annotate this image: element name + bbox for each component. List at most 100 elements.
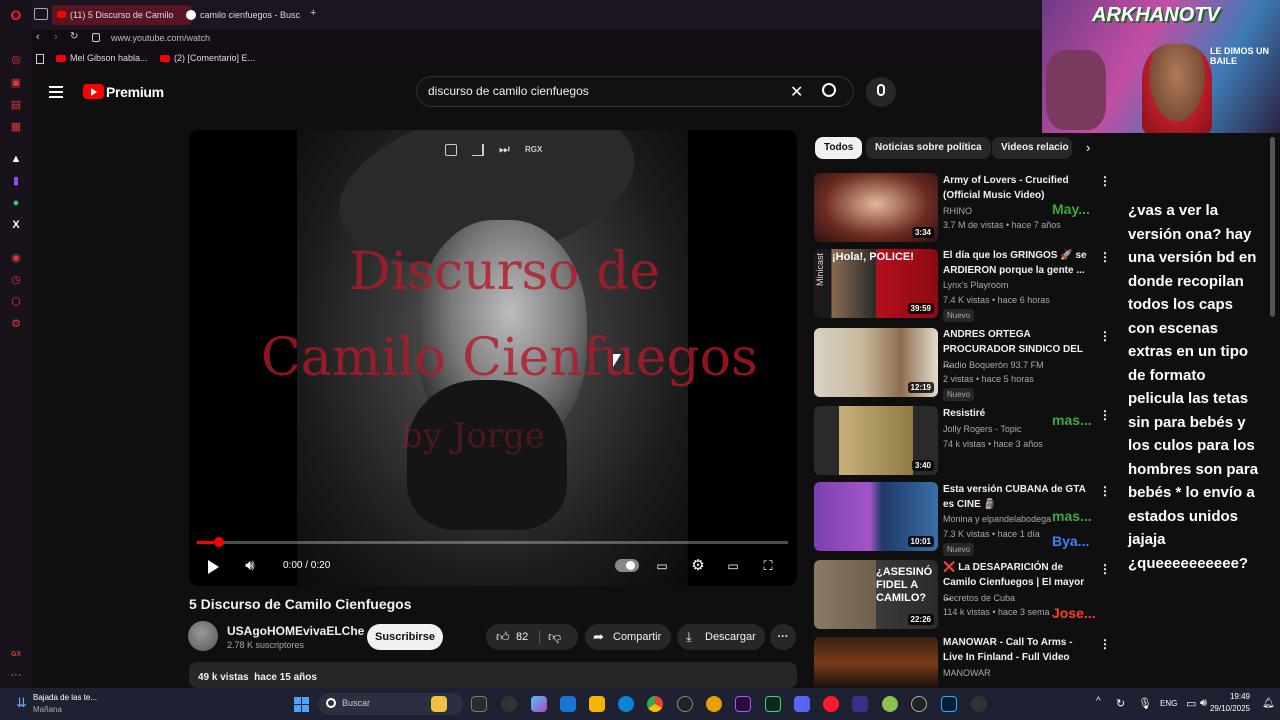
notification-bell-icon[interactable]: 🔔︎ xyxy=(1262,698,1275,709)
tray-network-icon[interactable]: ▭ xyxy=(1186,697,1196,710)
subtitles-icon[interactable]: ▭ xyxy=(652,556,672,576)
rec-more-icon[interactable]: ⋮ xyxy=(1099,250,1111,264)
search-icon[interactable] xyxy=(822,83,836,97)
rec-channel-6[interactable]: Secretos de Cuba xyxy=(943,593,1083,603)
download-button[interactable]: ⤓ Descargar xyxy=(677,624,765,650)
sidebar-messenger-icon[interactable]: ▤ xyxy=(9,98,23,112)
rec-title-2[interactable]: El día que los GRINGOS 🚀 se ARDIERON por… xyxy=(943,248,1093,278)
notification-text[interactable]: Bajada de las te... xyxy=(33,693,97,702)
premiere-icon[interactable] xyxy=(735,696,751,712)
search-input[interactable]: discurso de camilo cienfuegos xyxy=(428,84,589,98)
popout-icon[interactable] xyxy=(445,144,457,156)
tray-chevron-icon[interactable]: ^ xyxy=(1096,696,1101,707)
sidebar-history-icon[interactable]: ◷ xyxy=(9,273,23,287)
chips-next-icon[interactable]: › xyxy=(1086,140,1090,155)
store-icon[interactable] xyxy=(560,696,576,712)
thumbnail-4[interactable]: 3:40 xyxy=(814,406,938,475)
progress-bar[interactable] xyxy=(197,537,788,547)
sidebar-speed-dial-icon[interactable]: ▣ xyxy=(9,76,23,90)
tab-search[interactable]: camilo cienfuegos - Busc xyxy=(182,5,302,25)
rec-channel-2[interactable]: Lynx's Playroom xyxy=(943,280,1083,290)
youtube-premium-label[interactable]: Premium xyxy=(106,84,164,100)
clear-search-icon[interactable]: ✕ xyxy=(790,82,803,102)
channel-name[interactable]: USAgoHOMEvivaELChe xyxy=(227,624,364,638)
channel-avatar[interactable] xyxy=(188,621,218,651)
sidebar-bookmarks-icon[interactable]: ▦ xyxy=(9,120,23,134)
volume-button[interactable]: 🔊︎ xyxy=(240,556,260,576)
app-s-icon[interactable] xyxy=(501,696,517,712)
dislike-icon[interactable]: 👎︎ xyxy=(548,624,561,650)
like-icon[interactable]: 👍︎ xyxy=(496,624,510,650)
sidebar-aria-icon[interactable]: ▲ xyxy=(9,152,23,166)
opera-gx-icon[interactable] xyxy=(823,696,839,712)
chrome-icon[interactable] xyxy=(647,696,663,712)
tray-mic-icon[interactable]: 🎙︎ xyxy=(1138,697,1152,710)
description-box[interactable]: 49 k vistas hace 15 años xyxy=(189,662,797,688)
sidebar-gx-icon[interactable]: GX xyxy=(9,648,23,662)
photoshop-icon[interactable] xyxy=(941,696,957,712)
share-button[interactable]: ➦ Compartir xyxy=(585,624,671,650)
sidebar-extensions-icon[interactable]: ⬡ xyxy=(9,295,23,309)
audition-icon[interactable] xyxy=(765,696,781,712)
search-box[interactable]: discurso de camilo cienfuegos ✕ xyxy=(416,76,854,107)
bookmark-item[interactable]: (2) [Comentario] E... xyxy=(174,53,255,63)
back-icon[interactable]: ‹ xyxy=(36,31,40,43)
forward-icon[interactable]: › xyxy=(54,31,58,43)
thumbnail-6[interactable]: ¿ASESINÓ FIDEL A CAMILO? 22:26 xyxy=(814,560,938,629)
rec-more-icon[interactable]: ⋮ xyxy=(1099,174,1111,188)
sidebar-settings-icon[interactable]: ⚙ xyxy=(9,317,23,331)
app-green-icon[interactable] xyxy=(882,696,898,712)
discord-icon[interactable] xyxy=(794,696,810,712)
url-field[interactable]: www.youtube.com/watch xyxy=(111,33,210,43)
clock-date[interactable]: 29/10/2025 xyxy=(1208,704,1250,713)
rec-title-1[interactable]: Army of Lovers - Crucified (Official Mus… xyxy=(943,173,1093,203)
subscribe-button[interactable]: Suscribirse xyxy=(367,624,443,650)
tray-volume-icon[interactable]: 🔊︎ xyxy=(1200,697,1207,710)
rec-more-icon[interactable]: ⋮ xyxy=(1099,408,1111,422)
opera-logo-icon[interactable]: O xyxy=(9,8,23,22)
sidebar-ai-icon[interactable]: ◎ xyxy=(9,53,23,67)
whatsapp-icon[interactable]: ● xyxy=(9,196,23,210)
chip-related[interactable]: Videos relacio xyxy=(992,137,1072,159)
tray-sync-icon[interactable]: ↻ xyxy=(1116,697,1125,710)
youtube-logo-icon[interactable] xyxy=(83,84,104,99)
rgx-label[interactable]: RGX xyxy=(525,145,542,154)
clock-time[interactable]: 19:49 xyxy=(1218,692,1250,701)
windows-start-icon[interactable] xyxy=(294,697,309,712)
thumbnail-1[interactable]: 3:34 xyxy=(814,173,938,242)
rec-more-icon[interactable]: ⋮ xyxy=(1099,562,1111,576)
reload-icon[interactable]: ↻ xyxy=(70,31,78,42)
rec-more-icon[interactable]: ⋮ xyxy=(1099,484,1111,498)
search-tool-icon[interactable] xyxy=(706,696,722,712)
fullscreen-icon[interactable]: ⛶ xyxy=(758,556,778,576)
play-button[interactable] xyxy=(203,556,223,576)
page-scrollbar[interactable] xyxy=(1270,137,1275,317)
x-twitter-icon[interactable]: X xyxy=(9,218,23,232)
thumbnail-2[interactable]: Minicast ¡Hola!, POLICE! 39:59 xyxy=(814,249,938,318)
app-window-icon[interactable] xyxy=(852,696,868,712)
rec-more-icon[interactable]: ⋮ xyxy=(1099,637,1111,651)
tab-active[interactable]: (11) 5 Discurso de Camilo xyxy=(52,5,192,25)
tab-menu-icon[interactable] xyxy=(34,8,48,20)
language-indicator[interactable]: ENG xyxy=(1160,699,1177,708)
rec-channel-3[interactable]: Radio Boquerón 93.7 FM xyxy=(943,360,1083,370)
hamburger-menu-icon[interactable] xyxy=(49,86,63,98)
chip-todos[interactable]: Todos xyxy=(815,137,863,159)
edge-icon[interactable] xyxy=(618,696,634,712)
theater-mode-icon[interactable]: ▭ xyxy=(723,556,743,576)
thumbnail-5[interactable]: 10:01 xyxy=(814,482,938,551)
rec-channel-7[interactable]: MANOWAR xyxy=(943,668,1083,678)
bookmark-page-icon[interactable] xyxy=(36,54,44,64)
new-tab-button[interactable]: + xyxy=(310,7,316,19)
thumbnail-7[interactable] xyxy=(814,637,938,688)
rec-title-7[interactable]: MANOWAR - Call To Arms - Live In Finland… xyxy=(943,635,1093,665)
copilot-icon[interactable] xyxy=(531,696,547,712)
like-count[interactable]: 82 xyxy=(516,624,528,650)
chip-politics[interactable]: Noticias sobre política xyxy=(866,137,991,159)
file-explorer-icon[interactable] xyxy=(589,696,605,712)
sidebar-player-icon[interactable]: ◉ xyxy=(9,251,23,265)
obs-icon[interactable] xyxy=(677,696,693,712)
settings-gear-icon[interactable]: ⚙ xyxy=(688,556,708,576)
app-dark-icon[interactable] xyxy=(911,696,927,712)
bookmark-item[interactable]: Mel Gibson habla... xyxy=(70,53,148,63)
